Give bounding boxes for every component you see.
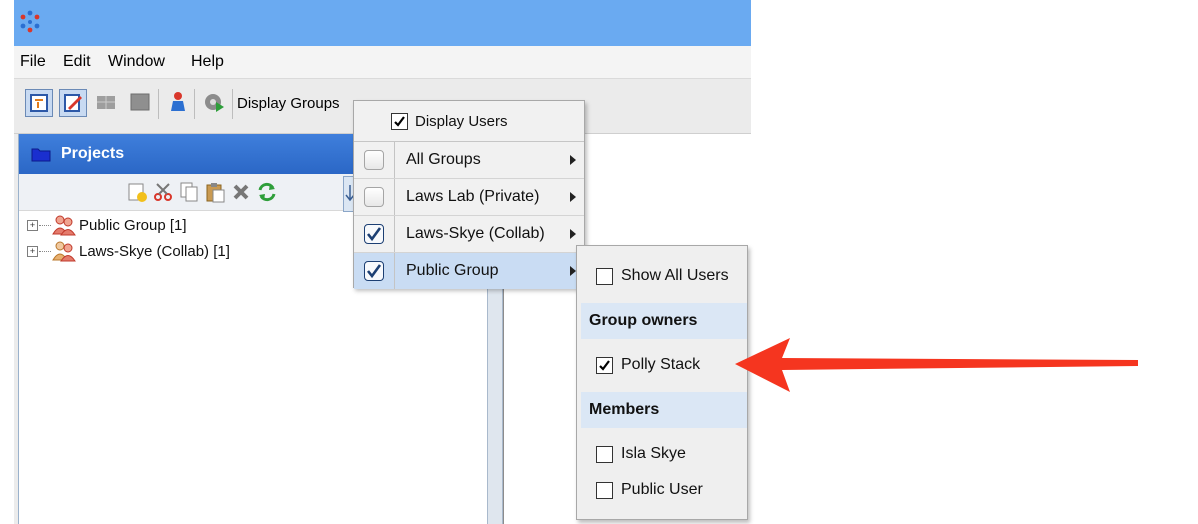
menu-bar: File Edit Window Help <box>14 46 751 79</box>
users-button[interactable] <box>165 89 193 117</box>
group-icon <box>52 241 76 262</box>
user-item-polly-stack[interactable]: Polly Stack <box>577 347 747 383</box>
copy-icon[interactable] <box>178 181 200 203</box>
checkmark-icon <box>366 264 382 279</box>
menu-edit[interactable]: Edit <box>63 53 91 71</box>
grid-icon <box>97 96 115 109</box>
expand-icon[interactable]: + <box>27 220 38 231</box>
delete-icon[interactable] <box>230 181 252 203</box>
menu-item-label: Laws-Skye (Collab) <box>406 225 545 242</box>
isla-skye-checkbox[interactable] <box>596 446 613 463</box>
image-view-button[interactable] <box>127 89 155 117</box>
menu-item-label: All Groups <box>406 151 481 168</box>
image-icon <box>130 93 150 111</box>
display-users-checkbox[interactable] <box>391 113 408 130</box>
group-icon <box>52 215 76 236</box>
laws-skye-checkbox[interactable] <box>364 224 384 244</box>
paste-icon[interactable] <box>204 181 226 203</box>
menu-item-label: Public Group <box>406 262 499 279</box>
tree-view-icon <box>30 94 48 112</box>
checkmark-icon <box>394 116 405 127</box>
toolbar-separator <box>158 89 159 119</box>
run-script-button[interactable] <box>201 89 229 117</box>
user-item-isla-skye[interactable]: Isla Skye <box>577 436 747 472</box>
user-label: Isla Skye <box>621 445 686 462</box>
menu-item-laws-lab[interactable]: Laws Lab (Private) <box>354 179 584 216</box>
checkmark-icon <box>366 227 382 242</box>
tree-item-label: Public Group [1] <box>79 217 187 234</box>
display-groups-menu: Display Users All Groups Laws Lab (Priva… <box>353 100 585 289</box>
display-groups-label[interactable]: Display Groups <box>237 95 340 112</box>
user-icon <box>171 92 185 111</box>
user-label: Polly Stack <box>621 356 701 373</box>
members-heading: Members <box>581 392 747 428</box>
toolbar-separator <box>232 89 233 119</box>
refresh-icon[interactable] <box>256 181 278 203</box>
submenu-arrow-icon <box>570 229 576 239</box>
show-all-users-item[interactable]: Show All Users <box>577 258 747 294</box>
display-users-label: Display Users <box>415 113 508 130</box>
submenu-arrow-icon <box>570 155 576 165</box>
menu-file[interactable]: File <box>20 53 46 71</box>
public-user-checkbox[interactable] <box>596 482 613 499</box>
tree-item-label: Laws-Skye (Collab) [1] <box>79 243 230 260</box>
annotation-arrow-icon <box>735 338 1138 392</box>
grid-view-button[interactable] <box>93 89 121 117</box>
projects-panel-title: Projects <box>61 145 125 162</box>
show-all-users-checkbox[interactable] <box>596 268 613 285</box>
public-group-checkbox[interactable] <box>364 261 384 281</box>
projects-folder-icon <box>31 148 51 162</box>
display-users-item[interactable]: Display Users <box>354 101 584 142</box>
menu-item-all-groups[interactable]: All Groups <box>354 142 584 179</box>
laws-lab-checkbox[interactable] <box>364 187 384 207</box>
user-item-public-user[interactable]: Public User <box>577 472 747 508</box>
toolbar-separator <box>194 89 195 119</box>
app-logo-icon <box>20 10 40 33</box>
gear-play-icon <box>205 94 224 112</box>
user-label: Public User <box>621 481 703 498</box>
polly-stack-checkbox[interactable] <box>596 357 613 374</box>
tree-view-button[interactable] <box>25 89 53 117</box>
show-all-users-label: Show All Users <box>621 267 729 284</box>
title-bar <box>14 0 751 46</box>
new-item-icon[interactable] <box>126 181 148 203</box>
checkmark-icon <box>599 360 610 371</box>
edit-icon <box>64 94 82 112</box>
menu-item-public-group[interactable]: Public Group <box>354 253 584 289</box>
menu-item-label: Laws Lab (Private) <box>406 188 540 205</box>
all-groups-checkbox[interactable] <box>364 150 384 170</box>
submenu-arrow-icon <box>570 192 576 202</box>
public-group-users-submenu: Show All Users Group owners Polly Stack … <box>576 245 748 520</box>
cut-icon[interactable] <box>152 181 174 203</box>
group-owners-heading: Group owners <box>581 303 747 339</box>
menu-item-laws-skye[interactable]: Laws-Skye (Collab) <box>354 216 584 253</box>
edit-view-button[interactable] <box>59 89 87 117</box>
menu-help[interactable]: Help <box>191 53 224 71</box>
expand-icon[interactable]: + <box>27 246 38 257</box>
menu-window[interactable]: Window <box>108 53 165 71</box>
